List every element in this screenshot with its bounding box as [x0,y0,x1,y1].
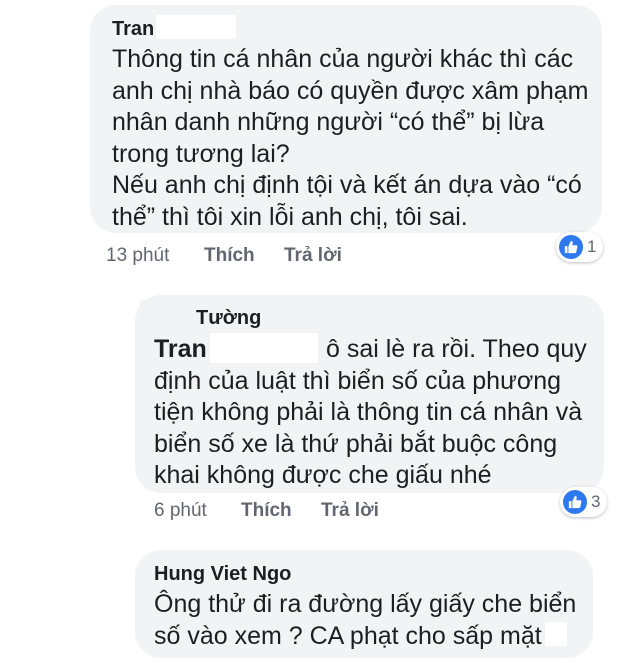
mention-tag[interactable]: Tran [154,335,207,364]
reply-button[interactable]: Trả lời [284,245,342,267]
comment-text-first-line: ô sai lè ra rồi. Theo quy [326,335,587,363]
redacted-name [156,15,236,39]
redacted-content [545,622,567,646]
comment-text: định của luật thì biển số của phương tiệ… [154,366,583,490]
thumbs-up-icon [563,490,587,514]
reaction-summary[interactable]: 1 [556,232,604,262]
comment-thread: Tran Thông tin cá nhân của người khác th… [0,0,640,663]
comment-author[interactable]: Tường [196,307,261,330]
comment-author[interactable]: Tran [112,18,154,41]
reaction-count: 3 [591,492,601,511]
redacted-name [140,300,192,330]
reaction-count: 1 [587,237,597,256]
comment-author[interactable]: Hung Viet Ngo [154,563,291,586]
reply-button[interactable]: Trả lời [321,500,379,522]
reaction-summary[interactable]: 3 [560,487,608,517]
comment-timestamp[interactable]: 6 phút [154,500,207,522]
thumbs-up-icon [559,235,583,259]
comment-text: Thông tin cá nhân của người khác thì các… [112,45,589,231]
comment-timestamp[interactable]: 13 phút [106,245,169,267]
redacted-name [210,333,318,363]
comment-text: Ông thử đi ra đường lấy giấy che biển số… [154,590,577,650]
like-button[interactable]: Thích [204,245,255,267]
like-button[interactable]: Thích [241,500,292,522]
